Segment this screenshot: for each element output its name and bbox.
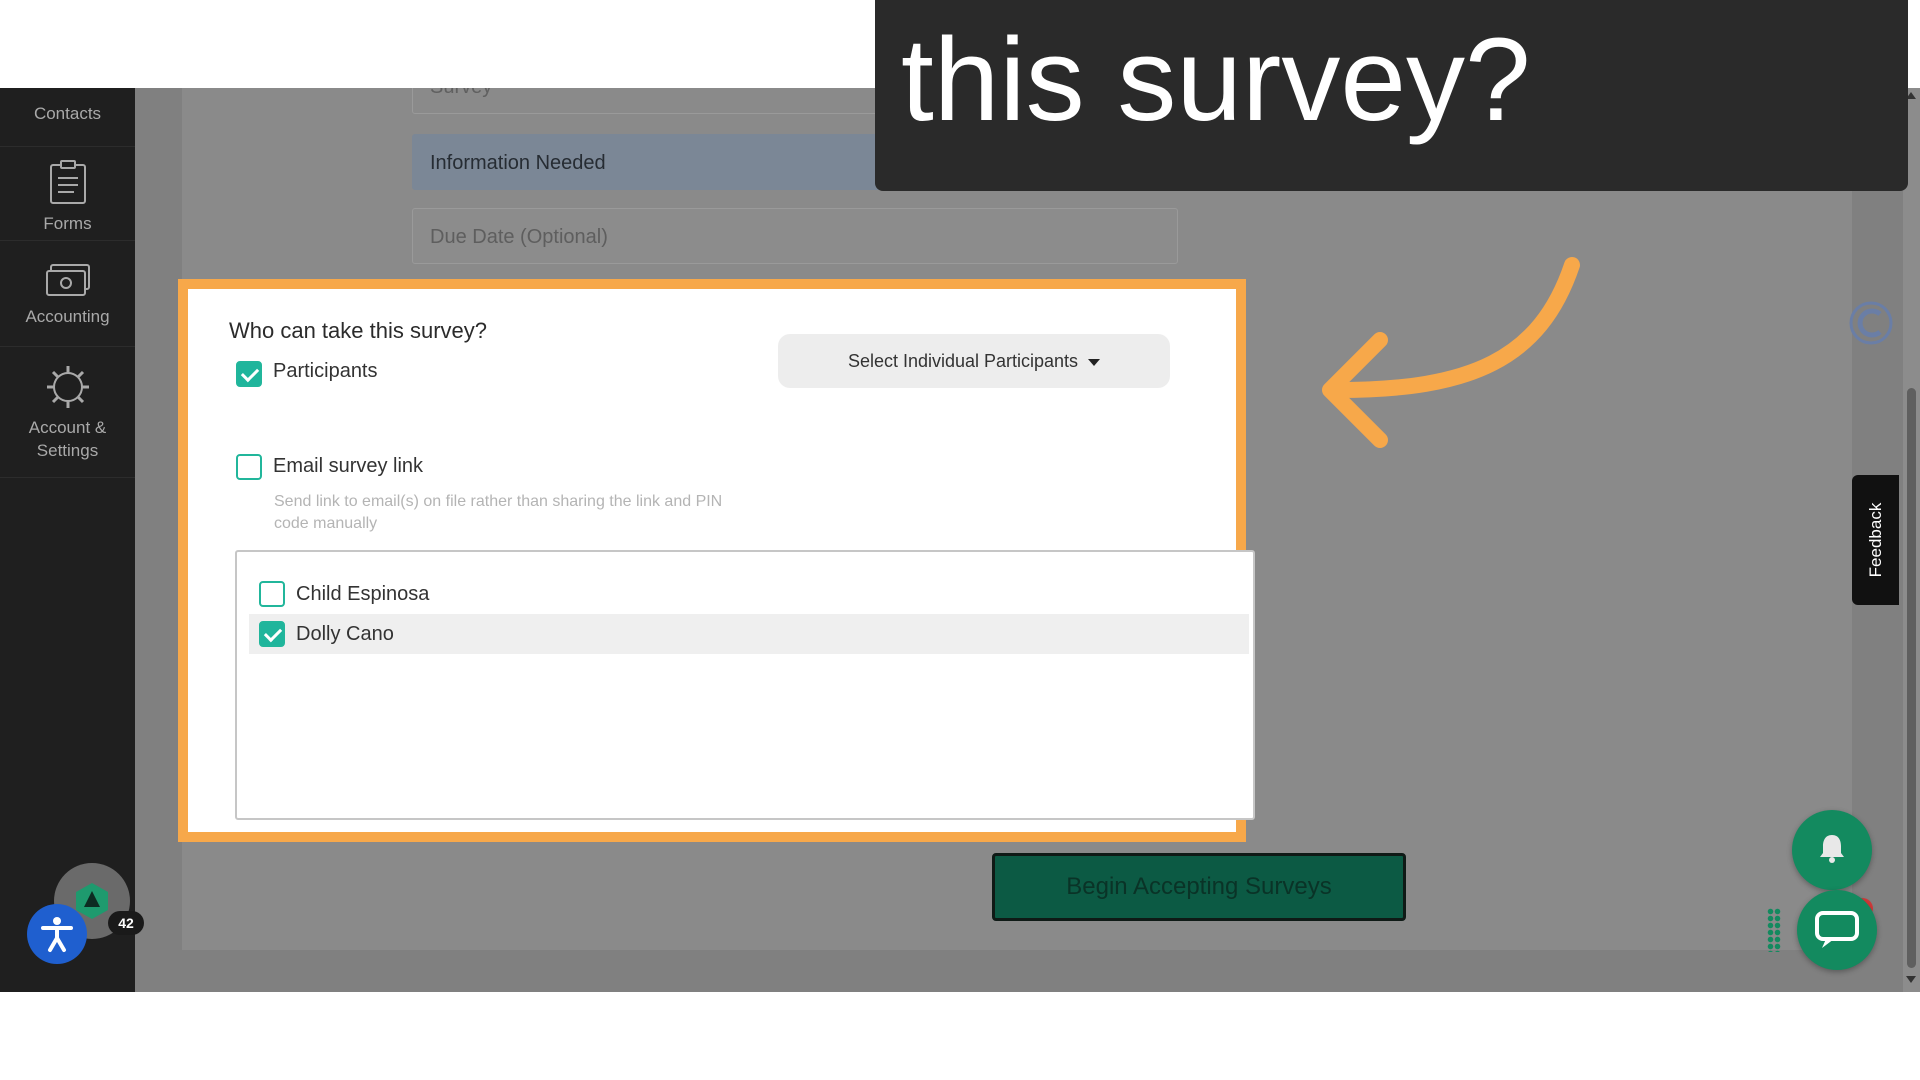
email-help-text: Send link to email(s) on file rather tha… xyxy=(274,493,723,532)
sidebar-item-contacts[interactable]: Contacts xyxy=(0,88,135,147)
due-date-field[interactable]: Due Date (Optional) xyxy=(412,208,1178,264)
chat-button[interactable] xyxy=(1797,890,1877,970)
sidebar-item-forms[interactable]: Forms xyxy=(0,148,135,241)
accessibility-icon xyxy=(41,917,73,952)
dropdown-label: Select Individual Participants xyxy=(847,351,1079,371)
email-survey-link-checkbox[interactable] xyxy=(236,454,262,480)
scroll-thumb[interactable] xyxy=(1907,388,1916,968)
scrollbar[interactable] xyxy=(1903,88,1920,992)
sidebar-item-label: Accounting xyxy=(25,307,110,326)
gear-icon xyxy=(46,366,89,408)
participants-label: Participants xyxy=(273,360,378,382)
begin-accepting-surveys-button[interactable]: Begin Accepting Surveys xyxy=(992,853,1406,921)
participant-checkbox[interactable] xyxy=(259,581,285,607)
sidebar: Contacts Forms Accounting Account & Sett… xyxy=(0,88,144,992)
forms-icon xyxy=(49,160,86,204)
scroll-down-arrow-icon[interactable] xyxy=(1906,976,1916,983)
participants-checkbox[interactable] xyxy=(236,361,262,387)
survey-access-panel: Who can take this survey? Participants S… xyxy=(178,279,1255,842)
select-individual-participants-dropdown[interactable]: Select Individual Participants xyxy=(778,334,1170,388)
sidebar-item-account-settings[interactable]: Account & Settings xyxy=(0,347,135,478)
grip-handle-icon[interactable] xyxy=(1767,908,1781,952)
email-survey-link-label: Email survey link xyxy=(273,455,424,477)
participant-list: Child Espinosa Dolly Cano xyxy=(235,550,1255,820)
circular-logo-icon[interactable] xyxy=(1848,300,1894,346)
notifications-button[interactable] xyxy=(1792,810,1872,890)
accessibility-button[interactable] xyxy=(27,904,87,964)
accounting-icon xyxy=(45,264,90,296)
survey-access-question: Who can take this survey? xyxy=(229,318,488,343)
participant-checkbox[interactable] xyxy=(259,621,285,647)
list-item[interactable]: Dolly Cano xyxy=(249,614,1249,654)
sidebar-item-accounting[interactable]: Accounting xyxy=(0,241,135,347)
list-item[interactable]: Child Espinosa xyxy=(249,574,1249,614)
notification-count-badge: 42 xyxy=(108,911,144,935)
participant-name: Dolly Cano xyxy=(296,623,394,645)
feedback-tab[interactable]: Feedback xyxy=(1852,475,1899,605)
bell-icon xyxy=(1820,835,1844,863)
callout-title-box: this survey? xyxy=(875,0,1908,191)
chat-icon xyxy=(1815,911,1859,948)
feedback-label: Feedback xyxy=(1865,502,1885,578)
chevron-down-icon xyxy=(1088,358,1101,366)
sidebar-item-label: Forms xyxy=(43,214,92,233)
curved-arrow-icon xyxy=(1322,257,1580,448)
participant-name: Child Espinosa xyxy=(296,583,430,605)
callout-title: this survey? xyxy=(901,14,1531,146)
sidebar-item-label: Account & Settings xyxy=(28,418,107,460)
sidebar-item-label: Contacts xyxy=(33,104,102,123)
